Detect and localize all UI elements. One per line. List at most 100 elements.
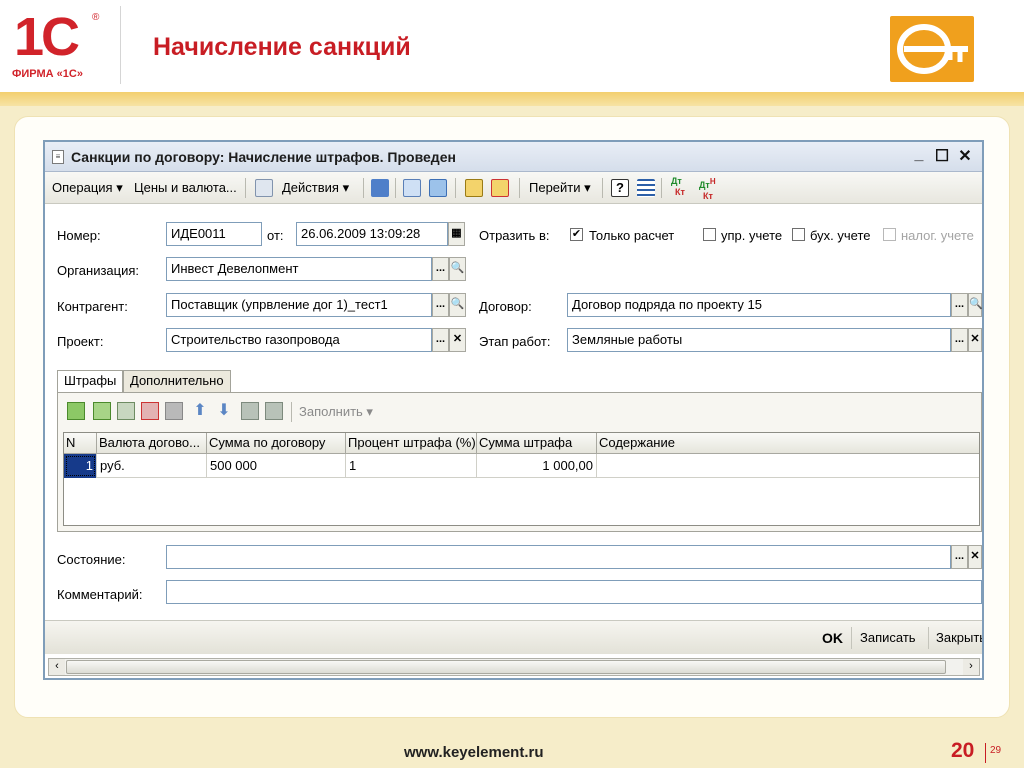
move-down-icon[interactable]: ⬇ (215, 402, 233, 420)
1c-logo-mark: 1С (14, 7, 80, 67)
n-sup-label: Н (709, 177, 716, 186)
table-row[interactable]: 1 руб. 500 000 1 1 000,00 (64, 454, 979, 478)
number-label: Номер: (57, 228, 101, 243)
mgmt-accounting-checkbox[interactable] (703, 228, 716, 241)
structure-icon[interactable] (637, 179, 655, 197)
select-button[interactable]: ... (432, 328, 449, 352)
work-stage-label: Этап работ: (479, 334, 551, 349)
document-icon: ≡ (52, 150, 64, 164)
edit-row-icon[interactable] (117, 402, 135, 420)
delete-row-icon[interactable] (141, 402, 159, 420)
select-button[interactable]: ... (951, 328, 968, 352)
counterparty-field[interactable]: Поставщик (упрвление дог 1)_тест1 (166, 293, 432, 317)
only-calc-label: Только расчет (589, 228, 675, 243)
project-field[interactable]: Строительство газопровода (166, 328, 432, 352)
footer-separator (928, 627, 929, 649)
column-header-currency[interactable]: Валюта догово... (97, 433, 207, 454)
add-row-icon[interactable] (67, 402, 85, 420)
scroll-thumb[interactable] (66, 660, 946, 674)
cell-n[interactable]: 1 (64, 454, 97, 478)
cell-currency[interactable]: руб. (97, 454, 207, 478)
list-icon[interactable] (255, 179, 273, 197)
tax-accounting-label: налог. учете (901, 228, 974, 243)
maximize-button[interactable]: ☐ (931, 146, 953, 166)
toolbar-separator (291, 402, 292, 422)
select-button[interactable]: ... (432, 257, 449, 281)
actions-menu[interactable]: Действия ▾ (282, 180, 349, 196)
bookkeeping-label: бух. учете (810, 228, 871, 243)
cell-penalty-sum[interactable]: 1 000,00 (477, 454, 597, 478)
contract-field[interactable]: Договор подряда по проекту 15 (567, 293, 951, 317)
help-icon[interactable]: ? (611, 179, 629, 197)
end-edit-icon (165, 402, 183, 420)
close-button[interactable]: Закрыть (936, 630, 982, 645)
organization-field[interactable]: Инвест Девелопмент (166, 257, 432, 281)
goto-menu[interactable]: Перейти ▾ (529, 180, 591, 196)
toolbar-separator (661, 178, 662, 198)
toolbar-separator (245, 178, 246, 198)
tab-additional[interactable]: Дополнительно (123, 370, 231, 392)
dt-label: Дт (699, 180, 710, 190)
sort-desc-icon[interactable] (265, 402, 283, 420)
unpost-document-icon[interactable] (491, 179, 509, 197)
toolbar-separator (395, 178, 396, 198)
clear-icon[interactable]: ✕ (449, 328, 466, 352)
cell-percent[interactable]: 1 (346, 454, 477, 478)
toolbar-separator (519, 178, 520, 198)
cell-content[interactable] (597, 454, 979, 478)
dt-kt-movements-icon[interactable]: Дт Кт (671, 176, 691, 200)
search-icon[interactable]: 🔍 (449, 257, 466, 281)
search-icon[interactable]: 🔍 (449, 293, 466, 317)
ok-button[interactable]: OK (822, 630, 843, 646)
scroll-right-icon[interactable]: › (963, 659, 979, 675)
close-window-button[interactable]: ✕ (954, 146, 976, 166)
cell-contract-sum[interactable]: 500 000 (207, 454, 346, 478)
operation-menu[interactable]: Операция ▾ (52, 180, 123, 196)
add-copy-row-icon[interactable] (93, 402, 111, 420)
column-header-n[interactable]: N (64, 433, 97, 454)
page-number: 20 (951, 739, 975, 762)
sort-asc-icon[interactable] (241, 402, 259, 420)
refresh-icon[interactable] (403, 179, 421, 197)
slide-title: Начисление санкций (153, 33, 411, 61)
column-header-contract-sum[interactable]: Сумма по договору (207, 433, 346, 454)
penalties-table: N Валюта догово... Сумма по договору Про… (63, 432, 980, 526)
back-arrow-icon[interactable] (371, 179, 389, 197)
date-field[interactable]: 26.06.2009 13:09:28 (296, 222, 448, 246)
scroll-left-icon[interactable]: ‹ (49, 659, 65, 675)
select-button[interactable]: ... (951, 545, 968, 569)
reflect-label: Отразить в: (479, 228, 550, 243)
dt-kt-tax-movements-icon[interactable]: ДтН Кт (699, 176, 721, 201)
save-button[interactable]: Записать (860, 630, 916, 645)
clear-icon[interactable]: ✕ (968, 328, 982, 352)
tab-penalties[interactable]: Штрафы (57, 370, 124, 393)
search-icon[interactable]: 🔍 (968, 293, 982, 317)
document-toolbar: Операция ▾ Цены и валюта... Действия ▾ П… (45, 172, 982, 204)
only-calc-checkbox[interactable]: ✔ (570, 228, 583, 241)
move-up-icon[interactable]: ⬆ (191, 402, 209, 420)
comment-field[interactable] (166, 580, 982, 604)
minimize-button[interactable]: _ (908, 146, 930, 166)
post-document-icon[interactable] (465, 179, 483, 197)
column-header-penalty-sum[interactable]: Сумма штрафа (477, 433, 597, 454)
work-stage-field[interactable]: Земляные работы (567, 328, 951, 352)
bookkeeping-checkbox[interactable] (792, 228, 805, 241)
fill-menu[interactable]: Заполнить ▾ (299, 404, 373, 420)
window-titlebar[interactable]: ≡ Санкции по договору: Начисление штрафо… (45, 142, 982, 172)
clear-icon[interactable]: ✕ (968, 545, 982, 569)
horizontal-scrollbar[interactable]: ‹ › (48, 658, 980, 676)
column-header-content[interactable]: Содержание (597, 433, 979, 454)
select-button[interactable]: ... (432, 293, 449, 317)
1c-logo: 1С ® ФИРМА «1С» (8, 6, 113, 84)
state-field[interactable] (166, 545, 951, 569)
form-footer: OK Записать Закрыть (45, 620, 982, 654)
organization-label: Организация: (57, 263, 140, 278)
copy-icon[interactable] (429, 179, 447, 197)
date-label: от: (267, 228, 284, 243)
calendar-icon[interactable]: ▦ (448, 222, 465, 246)
prices-currency-button[interactable]: Цены и валюта... (134, 180, 237, 195)
column-header-percent[interactable]: Процент штрафа (%) (346, 433, 477, 454)
select-button[interactable]: ... (951, 293, 968, 317)
kt-label: Кт (703, 191, 713, 201)
number-field[interactable]: ИДЕ0011 (166, 222, 262, 246)
